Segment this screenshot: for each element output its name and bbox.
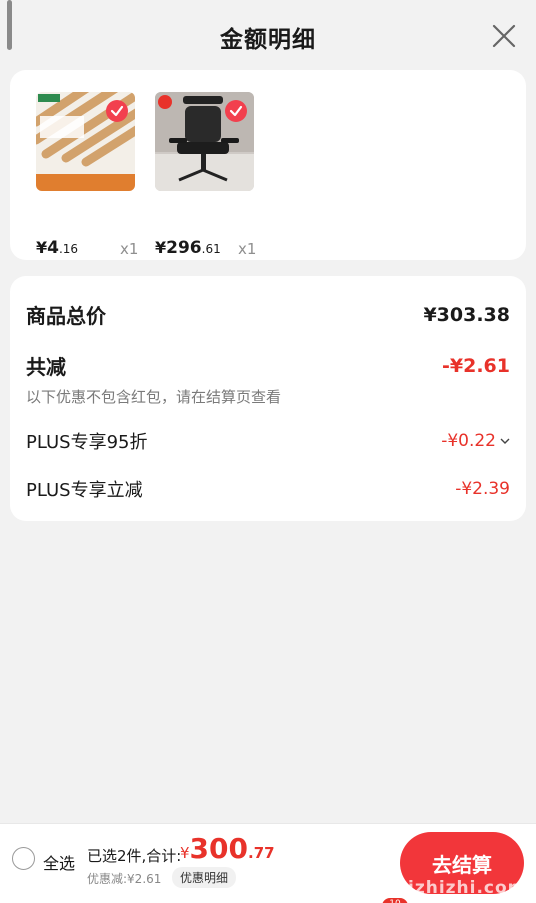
selected-check-icon[interactable]	[106, 100, 128, 122]
total-price-value: ¥303.38	[423, 303, 510, 326]
discount-text: 优惠减:¥2.61	[87, 872, 162, 886]
cart-count-badge: 10	[382, 898, 408, 903]
product-quantity: x1	[238, 240, 257, 258]
select-all-label[interactable]: 全选	[43, 850, 75, 874]
product-price: ¥296.61	[155, 238, 221, 258]
selected-check-icon[interactable]	[225, 100, 247, 122]
cart-bottom-bar: 全选 已选2件,合计: ¥300.77 优惠减:¥2.61 优惠明细 去结算 1…	[0, 823, 536, 903]
checkout-button[interactable]: 去结算	[400, 832, 524, 894]
price-summary-card: 商品总价 ¥303.38 共减 -¥2.61 以下优惠不包含红包，请在结算页查看…	[10, 276, 526, 521]
selected-count-label: 已选2件,合计:	[87, 847, 182, 865]
sheet-header: 金额明细	[0, 0, 536, 70]
reduction-row: 共减 -¥2.61	[26, 351, 510, 380]
reduction-value: -¥2.61	[442, 354, 510, 377]
product-price: ¥4.16	[36, 238, 79, 258]
plus-reduction-label: PLUS专享立减	[26, 480, 143, 501]
plus-reduction-row: PLUS专享立减 -¥2.39	[26, 476, 510, 502]
reduction-label: 共减	[26, 355, 66, 379]
plus-discount-row[interactable]: PLUS专享95折 -¥0.22	[26, 428, 510, 454]
total-price-row: 商品总价 ¥303.38	[26, 300, 510, 329]
product-quantity: x1	[120, 240, 139, 258]
select-all-radio[interactable]	[12, 847, 35, 870]
sheet-title: 金额明细	[220, 27, 316, 53]
product-list-card: ¥4.16 x1 ¥296.61 x1	[10, 70, 526, 260]
wood-sticks-thumbnail[interactable]	[36, 92, 135, 191]
plus-discount-value: -¥0.22	[441, 431, 496, 451]
discount-detail-button[interactable]: 优惠明细	[172, 867, 237, 888]
plus-discount-label: PLUS专享95折	[26, 432, 148, 453]
reduction-note: 以下优惠不包含红包，请在结算页查看	[26, 388, 282, 406]
chevron-down-icon[interactable]	[500, 434, 510, 448]
plus-reduction-value: -¥2.39	[455, 479, 510, 499]
close-icon[interactable]	[490, 22, 518, 50]
office-chair-thumbnail[interactable]	[155, 92, 254, 191]
cart-total-price: ¥300.77	[180, 832, 275, 865]
total-price-label: 商品总价	[26, 304, 106, 328]
